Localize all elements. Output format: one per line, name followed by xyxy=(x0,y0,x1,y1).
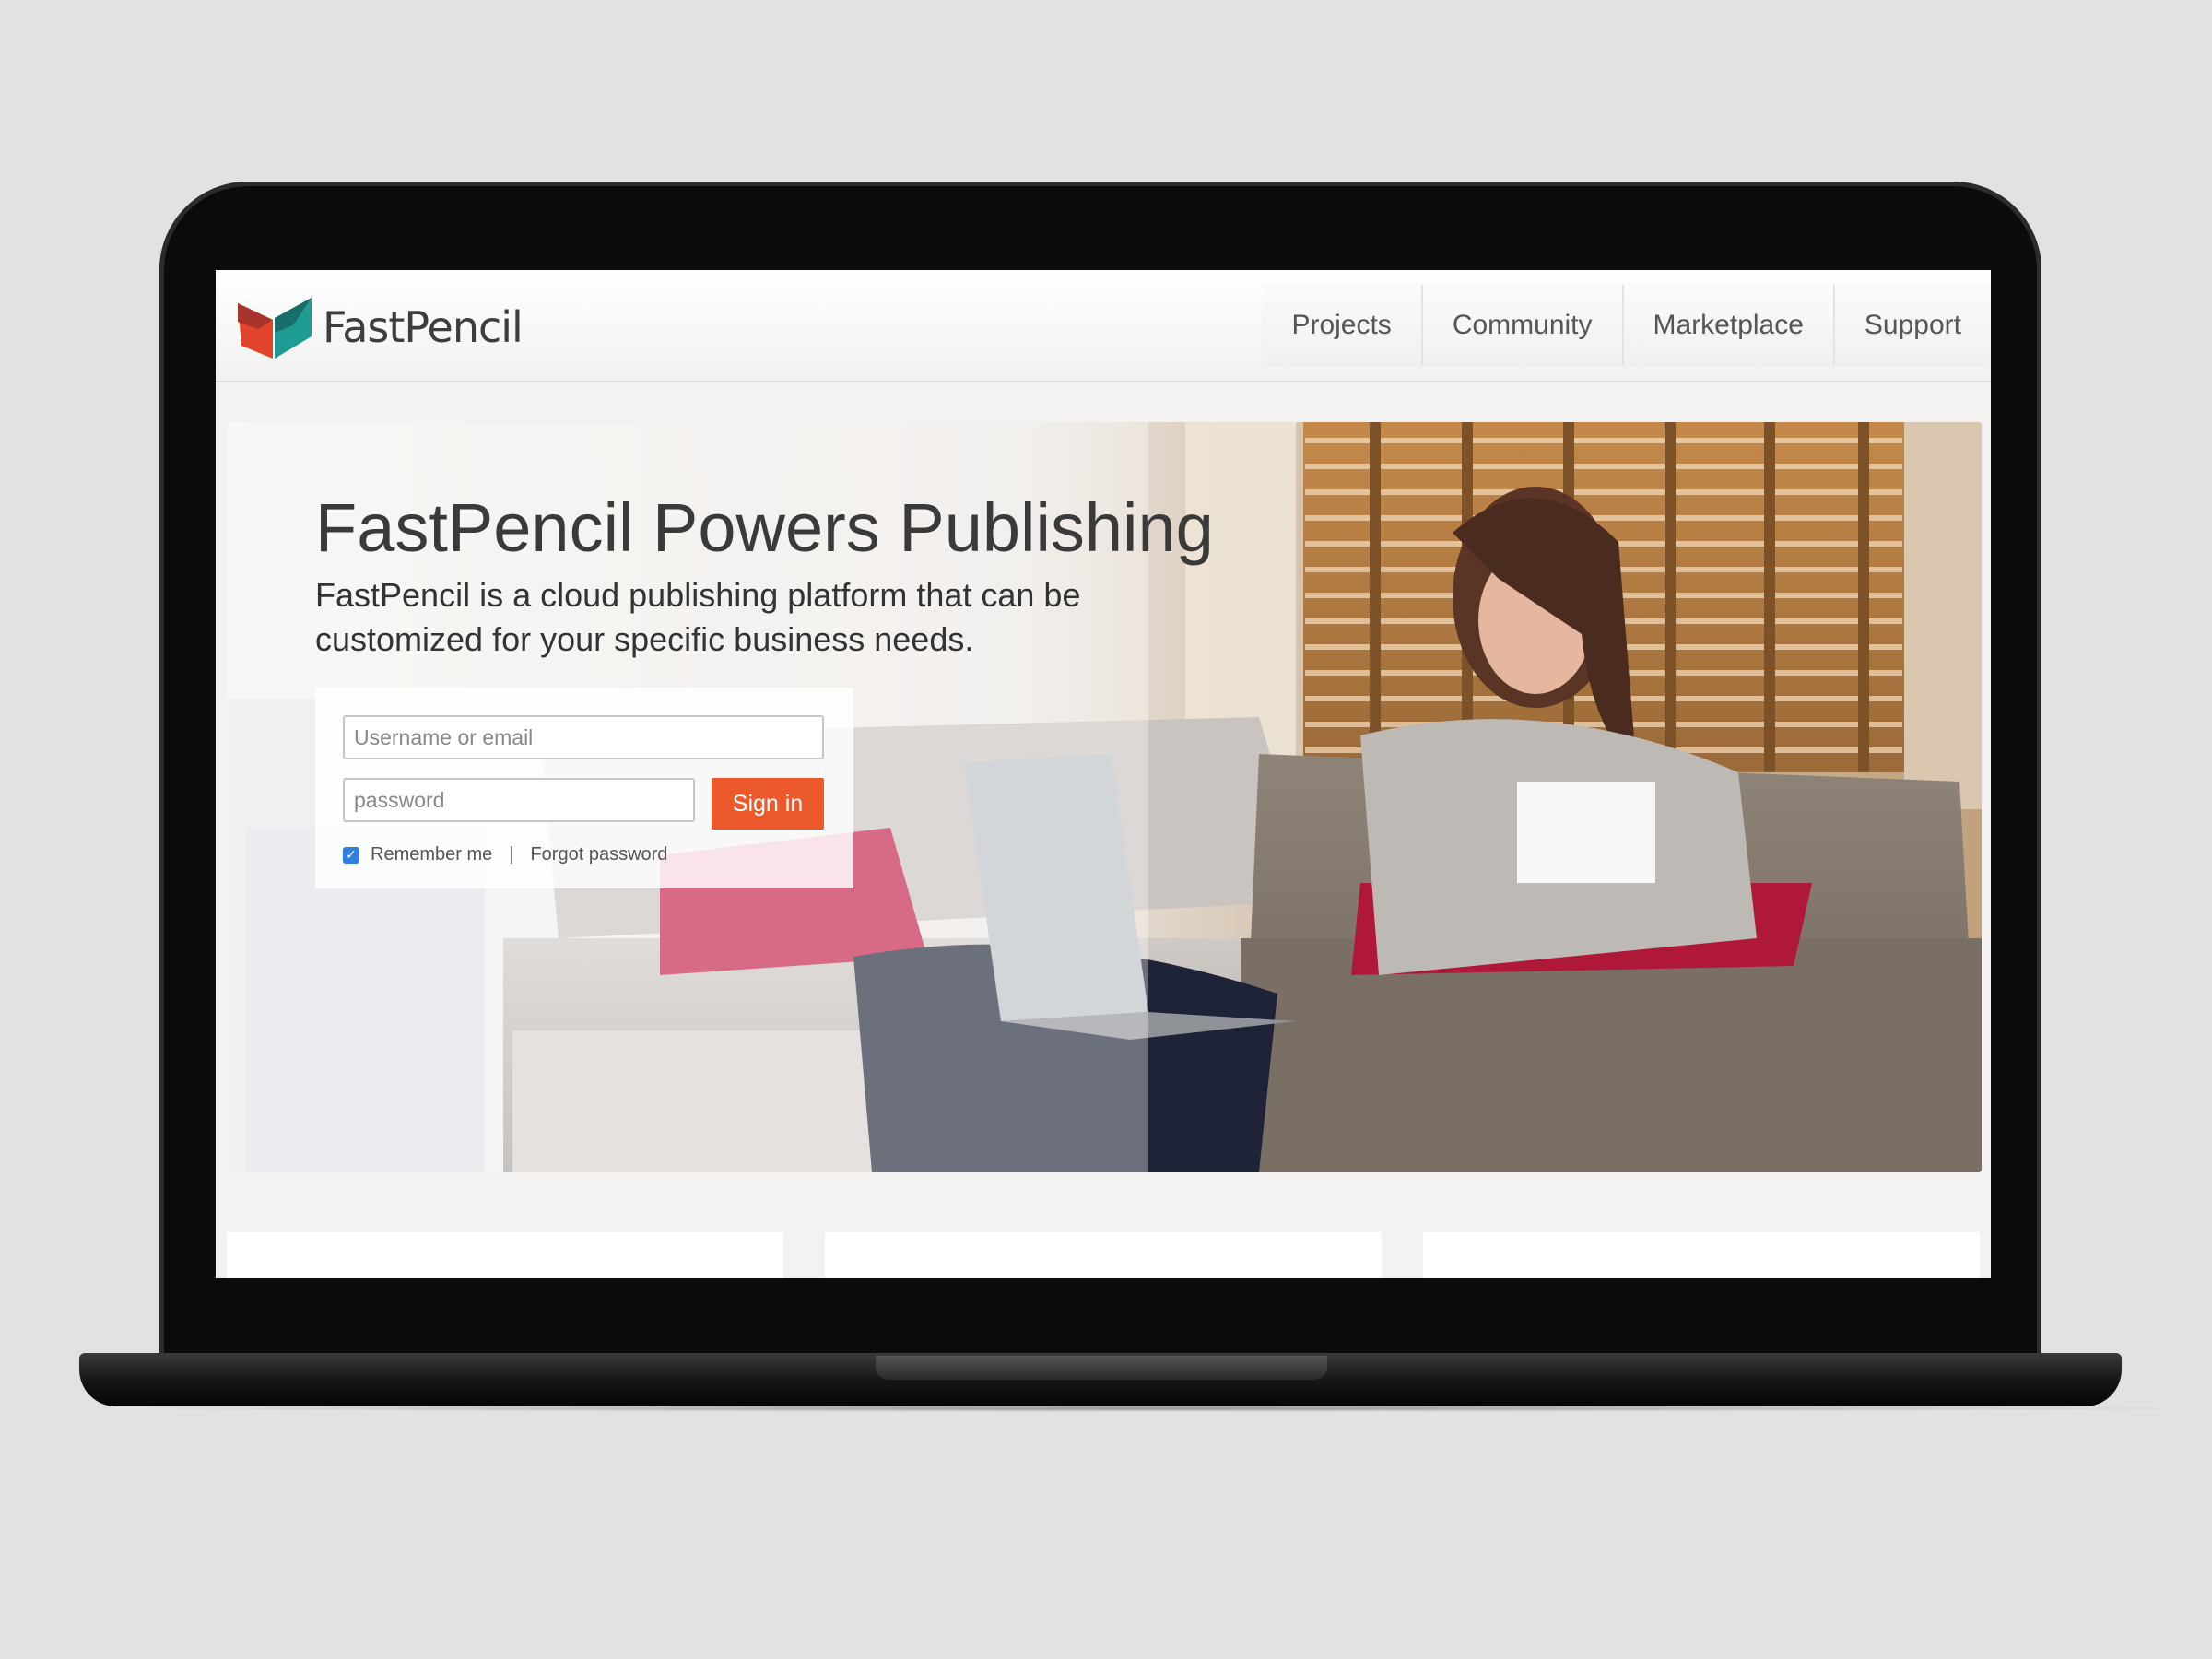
main-nav: Projects Community Marketplace Support xyxy=(1262,285,1991,366)
hero-banner: FastPencil Powers Publishing FastPencil … xyxy=(227,422,1982,1172)
remember-me-label[interactable]: Remember me xyxy=(371,844,492,865)
laptop-shadow xyxy=(111,1405,2212,1412)
password-input[interactable] xyxy=(343,778,695,822)
check-icon: ✓ xyxy=(346,847,357,862)
forgot-password-link[interactable]: Forgot password xyxy=(530,844,667,865)
nav-marketplace[interactable]: Marketplace xyxy=(1621,285,1833,366)
laptop-notch xyxy=(876,1356,1327,1380)
feature-card-3 xyxy=(1423,1232,1980,1278)
login-form: Sign in ✓ Remember me | Forgot password xyxy=(315,688,853,888)
hero-title: FastPencil Powers Publishing xyxy=(315,489,1214,566)
username-input[interactable] xyxy=(343,715,824,759)
hero-subtitle: FastPencil is a cloud publishing platfor… xyxy=(315,576,1081,658)
logo[interactable]: FastPencil xyxy=(238,294,524,360)
sign-in-button[interactable]: Sign in xyxy=(712,778,824,830)
feature-card-1 xyxy=(227,1232,783,1278)
nav-projects[interactable]: Projects xyxy=(1262,285,1421,366)
remember-row: ✓ Remember me | Forgot password xyxy=(343,844,667,865)
nav-support[interactable]: Support xyxy=(1832,285,1991,366)
feature-card-2 xyxy=(825,1232,1382,1278)
browser-screen: FastPencil Projects Community Marketplac… xyxy=(216,270,1991,1278)
separator: | xyxy=(509,844,514,865)
remember-me-checkbox[interactable]: ✓ xyxy=(343,846,359,864)
nav-community[interactable]: Community xyxy=(1420,285,1622,366)
fastpencil-logo-icon xyxy=(238,298,312,359)
brand-name: FastPencil xyxy=(323,302,524,352)
site-header: FastPencil Projects Community Marketplac… xyxy=(216,270,1991,382)
